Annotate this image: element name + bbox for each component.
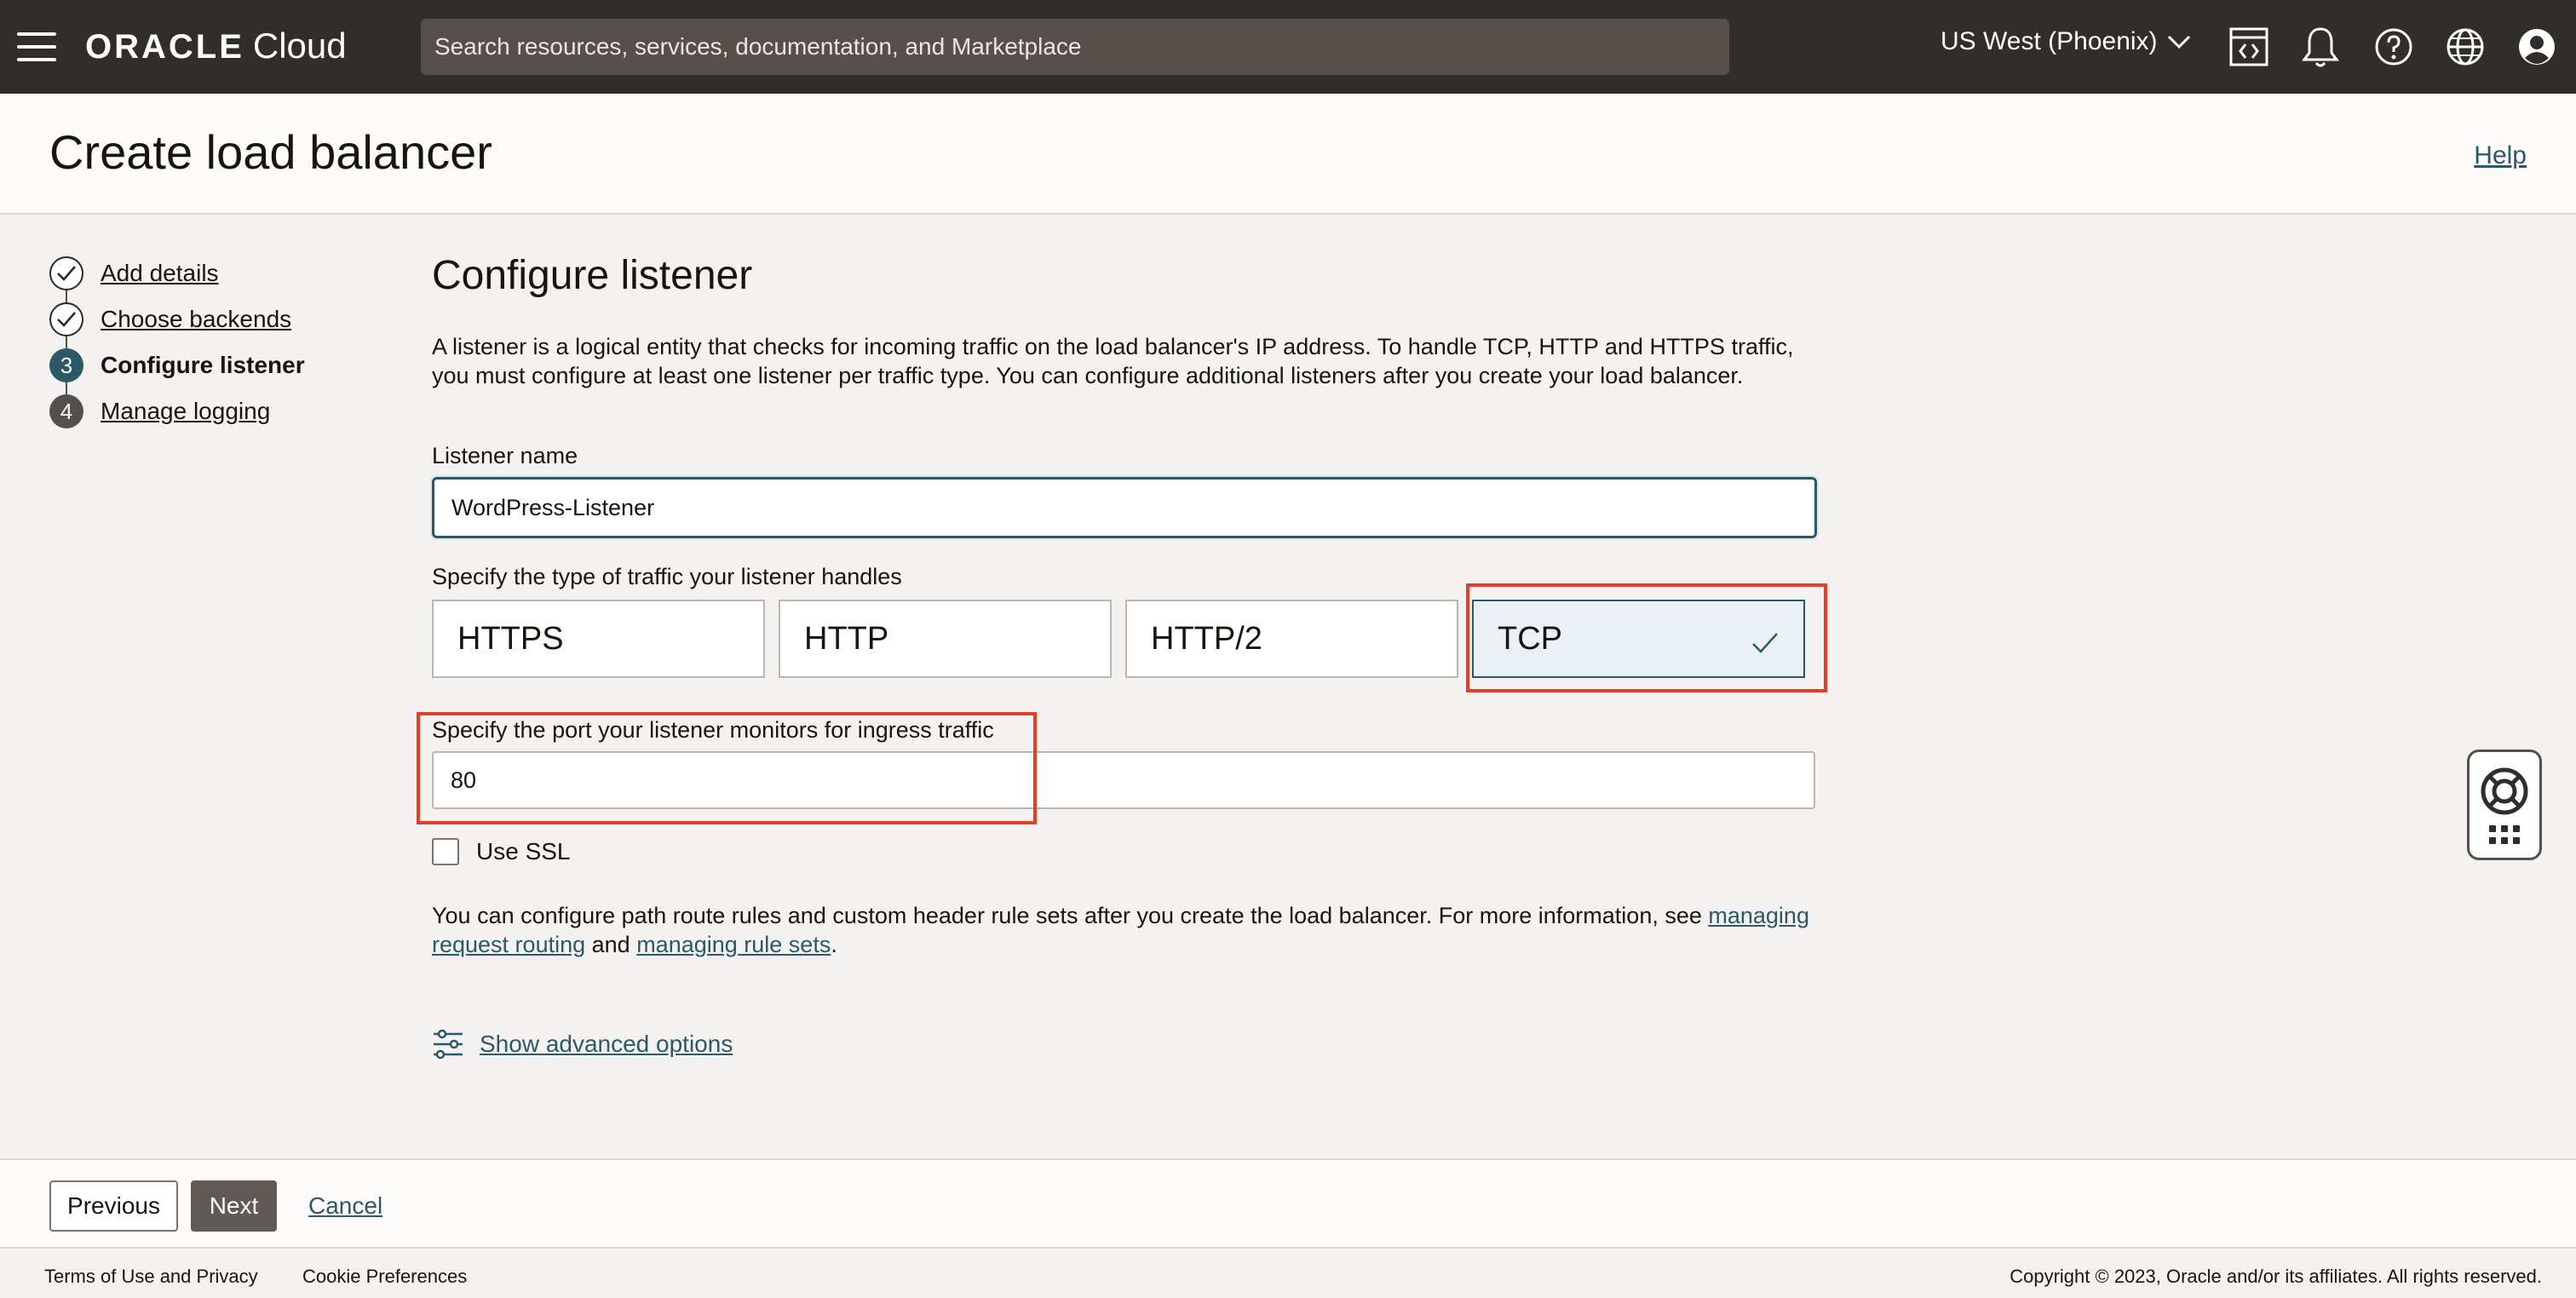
step-label[interactable]: Add details <box>101 260 219 287</box>
tcp-highlight-box <box>1466 583 1827 692</box>
sliders-icon <box>434 1029 463 1060</box>
tile-label: HTTP/2 <box>1151 620 1262 657</box>
help-icon[interactable] <box>2373 26 2414 68</box>
checkbox-box[interactable] <box>432 838 459 865</box>
show-advanced-options[interactable]: Show advanced options <box>432 1029 733 1060</box>
lifebuoy-icon <box>2481 767 2528 815</box>
cloud-shell-icon[interactable] <box>2228 26 2269 68</box>
cookie-preferences-link[interactable]: Cookie Preferences <box>302 1266 467 1288</box>
top-navigation-bar: ORACLE Cloud US West (Phoenix) <box>0 0 2576 94</box>
help-link[interactable]: Help <box>2474 141 2527 170</box>
listener-name-input[interactable] <box>432 477 1817 538</box>
advanced-options-link[interactable]: Show advanced options <box>480 1031 733 1058</box>
search-input[interactable] <box>434 33 1729 60</box>
check-icon <box>49 256 83 290</box>
section-description: A listener is a logical entity that chec… <box>432 334 1794 388</box>
step-manage-logging[interactable]: 4 Manage logging <box>49 388 305 434</box>
page-title: Create load balancer <box>49 125 492 179</box>
copyright-text: Copyright © 2023, Oracle and/or its affi… <box>2010 1266 2542 1287</box>
hamburger-menu-icon[interactable] <box>17 32 56 61</box>
traffic-type-https[interactable]: HTTPS <box>432 600 765 678</box>
search-bar[interactable] <box>421 19 1729 75</box>
grid-dots-icon <box>2489 825 2520 844</box>
traffic-type-http[interactable]: HTTP <box>779 600 1112 678</box>
help-center-widget[interactable] <box>2467 750 2542 860</box>
next-button[interactable]: Next <box>191 1180 277 1232</box>
traffic-type-label: Specify the type of traffic your listene… <box>432 564 902 589</box>
region-selector[interactable]: US West (Phoenix) <box>1941 27 2192 56</box>
terms-link[interactable]: Terms of Use and Privacy <box>44 1266 258 1288</box>
step-configure-listener: 3 Configure listener <box>49 342 305 388</box>
page-header: Create load balancer Help <box>0 94 2576 215</box>
step-label[interactable]: Choose backends <box>101 306 291 333</box>
use-ssl-checkbox[interactable]: Use SSL <box>432 838 571 865</box>
wizard-action-bar: Previous Next Cancel <box>0 1158 2576 1249</box>
region-label: US West (Phoenix) <box>1941 27 2158 55</box>
info-text-3: . <box>831 932 837 957</box>
chevron-down-icon <box>2167 35 2190 49</box>
info-text-1: You can configure path route rules and c… <box>432 903 1709 928</box>
listener-name-label: Listener name <box>432 443 578 468</box>
page-footer: Terms of Use and Privacy Cookie Preferen… <box>0 1249 2576 1298</box>
section-title: Configure listener <box>432 253 753 298</box>
step-number: 3 <box>49 348 83 382</box>
port-highlight-box <box>417 712 1037 824</box>
wizard-steps: Add details Choose backends 3 Configure … <box>49 250 305 434</box>
step-label[interactable]: Manage logging <box>101 398 270 425</box>
info-text-2: and <box>585 932 637 957</box>
use-ssl-label: Use SSL <box>476 838 571 864</box>
oracle-cloud-logo[interactable]: ORACLE Cloud <box>85 26 347 68</box>
managing-rule-sets-link[interactable]: managing rule sets <box>636 932 831 957</box>
tile-label: HTTP <box>804 620 889 657</box>
step-number: 4 <box>49 394 83 428</box>
logo-brand: ORACLE <box>85 28 244 66</box>
routing-info-text: You can configure path route rules and c… <box>432 901 1812 959</box>
tile-label: HTTPS <box>457 620 564 657</box>
bell-icon[interactable] <box>2300 26 2341 68</box>
step-label: Configure listener <box>101 352 305 378</box>
globe-icon[interactable] <box>2445 26 2486 68</box>
previous-button[interactable]: Previous <box>49 1180 178 1232</box>
cancel-button[interactable]: Cancel <box>308 1180 382 1232</box>
logo-product: Cloud <box>252 26 347 66</box>
check-icon <box>49 302 83 336</box>
step-add-details[interactable]: Add details <box>49 250 305 296</box>
user-avatar-icon[interactable] <box>2516 26 2557 68</box>
traffic-type-http2[interactable]: HTTP/2 <box>1125 600 1458 678</box>
step-choose-backends[interactable]: Choose backends <box>49 296 305 342</box>
